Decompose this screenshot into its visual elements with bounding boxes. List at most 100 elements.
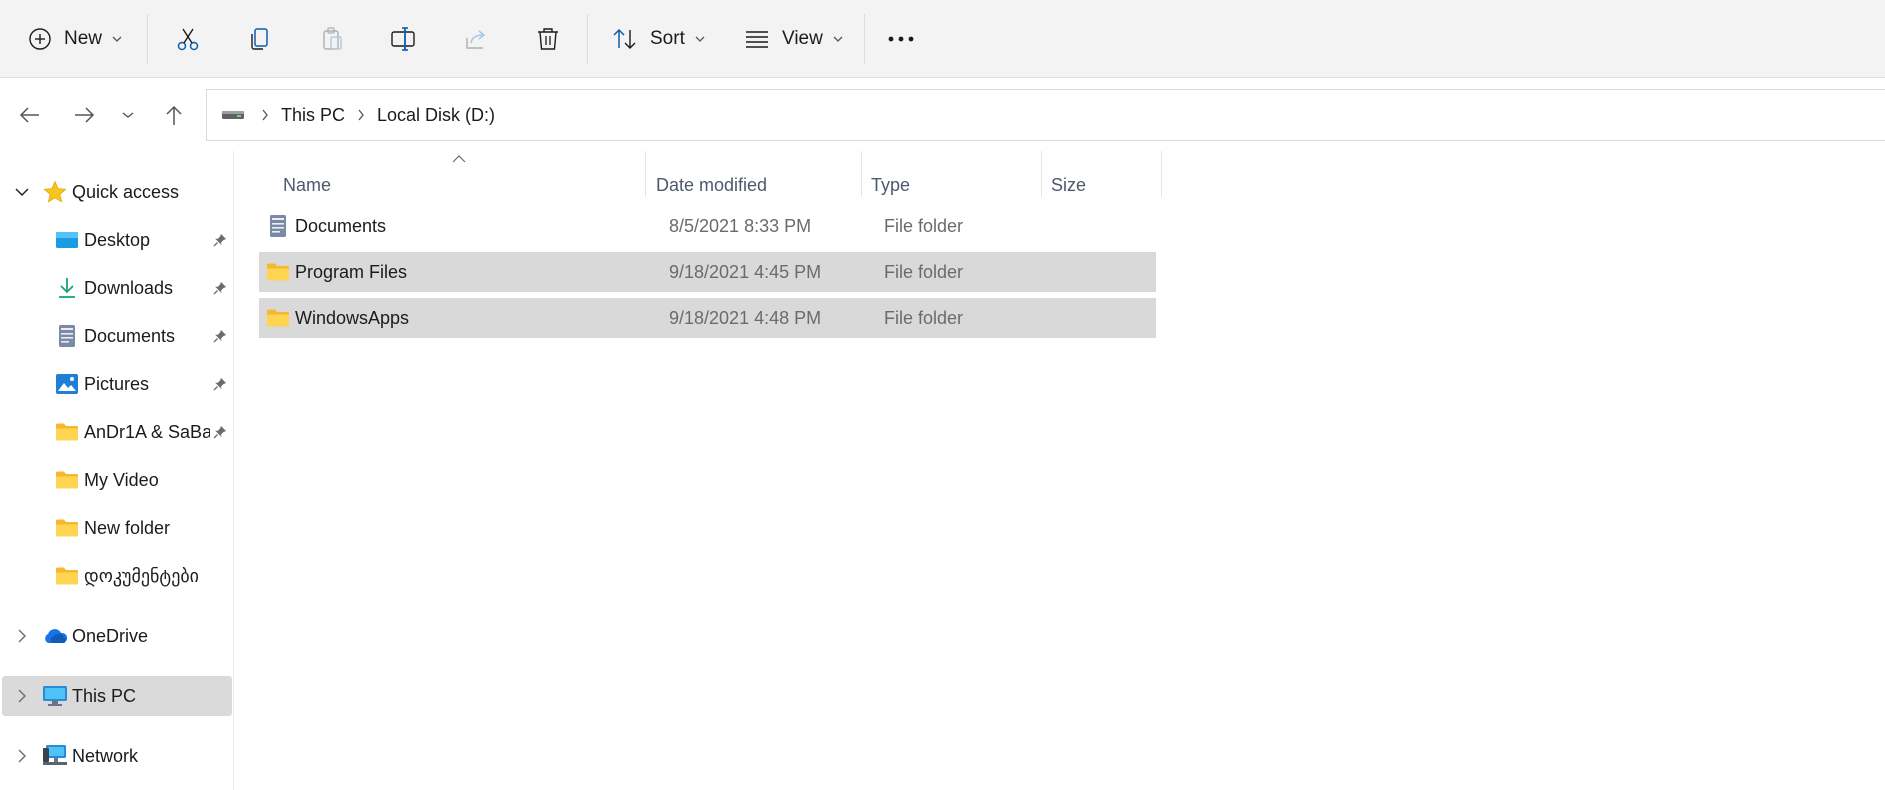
delete-icon xyxy=(538,28,558,50)
sidebar-item-label: Quick access xyxy=(72,181,180,202)
navigation-bar: This PC Local Disk (D:) xyxy=(0,79,1885,151)
view-label: View xyxy=(782,28,823,49)
table-row[interactable]: WindowsApps 9/18/2021 4:48 PM File folde… xyxy=(259,298,1156,338)
rename-button[interactable] xyxy=(382,18,426,60)
delete-button[interactable] xyxy=(526,18,570,60)
chevron-right-icon[interactable] xyxy=(14,628,30,644)
sidebar-item-network[interactable]: Network xyxy=(2,736,232,776)
pin-icon[interactable] xyxy=(212,232,228,248)
sidebar-item-onedrive[interactable]: OneDrive xyxy=(2,616,232,656)
sidebar-item-downloads[interactable]: Downloads xyxy=(2,268,232,308)
file-type: File folder xyxy=(884,215,964,236)
sidebar-item-documents[interactable]: Documents xyxy=(2,316,232,356)
new-icon xyxy=(29,28,51,50)
column-header-label: Size xyxy=(1051,174,1087,195)
pictures-icon xyxy=(54,371,80,397)
file-date: 9/18/2021 4:48 PM xyxy=(669,307,822,328)
sidebar-item-label: Downloads xyxy=(84,277,174,298)
sidebar-item-pictures[interactable]: Pictures xyxy=(2,364,232,404)
column-header-size[interactable]: Size xyxy=(1051,161,1151,209)
sidebar-item-label: My Video xyxy=(84,469,159,490)
address-bar[interactable]: This PC Local Disk (D:) xyxy=(206,89,1885,141)
chevron-down-icon[interactable] xyxy=(14,184,30,200)
documents-icon xyxy=(54,323,80,349)
pin-icon[interactable] xyxy=(212,376,228,392)
sidebar-item-new-folder[interactable]: New folder xyxy=(2,508,232,548)
chevron-down-icon xyxy=(122,112,134,118)
column-resizer[interactable] xyxy=(645,151,646,197)
share-button[interactable] xyxy=(454,18,498,60)
pin-icon[interactable] xyxy=(212,424,228,440)
rename-icon xyxy=(391,27,415,51)
pin-icon[interactable] xyxy=(212,280,228,296)
cut-button[interactable] xyxy=(166,18,210,60)
new-button[interactable]: New xyxy=(28,18,122,60)
table-row[interactable]: Program Files 9/18/2021 4:45 PM File fol… xyxy=(259,252,1156,292)
copy-button[interactable] xyxy=(238,18,282,60)
copy-icon xyxy=(251,28,268,50)
column-resizer[interactable] xyxy=(1041,151,1042,197)
drive-icon xyxy=(222,111,244,119)
up-button[interactable] xyxy=(156,97,192,133)
chevron-right-icon xyxy=(357,109,365,121)
sidebar-item-label: Network xyxy=(72,745,139,766)
folder-icon xyxy=(54,419,80,445)
file-name: Documents xyxy=(295,215,387,236)
desktop-icon xyxy=(54,227,80,253)
file-name: Program Files xyxy=(295,261,408,282)
sidebar-item-label: AnDr1A & SaBa xyxy=(84,421,210,442)
sidebar-item-label: This PC xyxy=(72,685,137,706)
cut-icon xyxy=(177,28,199,51)
file-date: 9/18/2021 4:45 PM xyxy=(669,261,822,282)
chevron-right-icon[interactable] xyxy=(14,688,30,704)
chevron-right-icon[interactable] xyxy=(14,748,30,764)
command-bar: New Sort View xyxy=(0,0,1885,78)
chevron-down-icon xyxy=(112,36,122,42)
toolbar-divider xyxy=(147,14,148,64)
file-name: WindowsApps xyxy=(295,307,410,328)
file-type: File folder xyxy=(884,307,964,328)
network-icon xyxy=(42,743,68,769)
sidebar-item-label: Pictures xyxy=(84,373,150,394)
sidebar-item-quick-access[interactable]: Quick access xyxy=(2,172,232,212)
view-button[interactable]: View xyxy=(744,18,843,60)
new-label: New xyxy=(64,28,103,49)
column-header-name[interactable]: Name xyxy=(283,161,643,209)
sidebar-item-this-pc[interactable]: This PC xyxy=(2,676,232,716)
chevron-down-icon xyxy=(695,36,705,42)
column-resizer[interactable] xyxy=(1161,151,1162,197)
sort-label: Sort xyxy=(650,28,685,49)
folder-icon xyxy=(267,263,289,281)
paste-button[interactable] xyxy=(310,18,354,60)
sidebar-item-andr1a-saba[interactable]: AnDr1A & SaBa xyxy=(2,412,232,452)
pin-icon[interactable] xyxy=(212,328,228,344)
sidebar-item-label: Desktop xyxy=(84,229,151,250)
sidebar-item-georgian-documents[interactable]: დოკუმენტები xyxy=(2,556,232,596)
view-icon xyxy=(746,31,768,48)
recent-locations-button[interactable] xyxy=(110,97,146,133)
sort-button[interactable]: Sort xyxy=(612,18,705,60)
column-header-type[interactable]: Type xyxy=(871,161,1041,209)
sidebar-item-label: Documents xyxy=(84,325,176,346)
share-icon xyxy=(466,30,486,49)
breadcrumb-local-disk[interactable]: Local Disk (D:) xyxy=(377,105,495,126)
column-header-date[interactable]: Date modified xyxy=(656,161,866,209)
arrow-left-icon xyxy=(19,107,39,123)
paste-icon xyxy=(323,27,342,50)
sidebar-item-my-video[interactable]: My Video xyxy=(2,460,232,500)
file-list: Name Date modified Type Size Documents 8… xyxy=(235,151,1885,790)
sort-icon xyxy=(613,28,636,49)
folder-icon xyxy=(267,309,289,327)
arrow-up-icon xyxy=(166,105,182,125)
sidebar-item-desktop[interactable]: Desktop xyxy=(2,220,232,260)
computer-icon xyxy=(42,683,68,709)
column-resizer[interactable] xyxy=(861,151,862,197)
breadcrumb-this-pc[interactable]: This PC xyxy=(281,105,345,126)
column-header-label: Name xyxy=(283,174,332,195)
back-button[interactable] xyxy=(12,97,48,133)
forward-button[interactable] xyxy=(66,97,102,133)
folder-icon xyxy=(54,515,80,541)
more-options-button[interactable] xyxy=(879,18,923,60)
sidebar-item-label: დოკუმენტები xyxy=(84,565,199,586)
table-row[interactable]: Documents 8/5/2021 8:33 PM File folder xyxy=(259,206,1156,246)
